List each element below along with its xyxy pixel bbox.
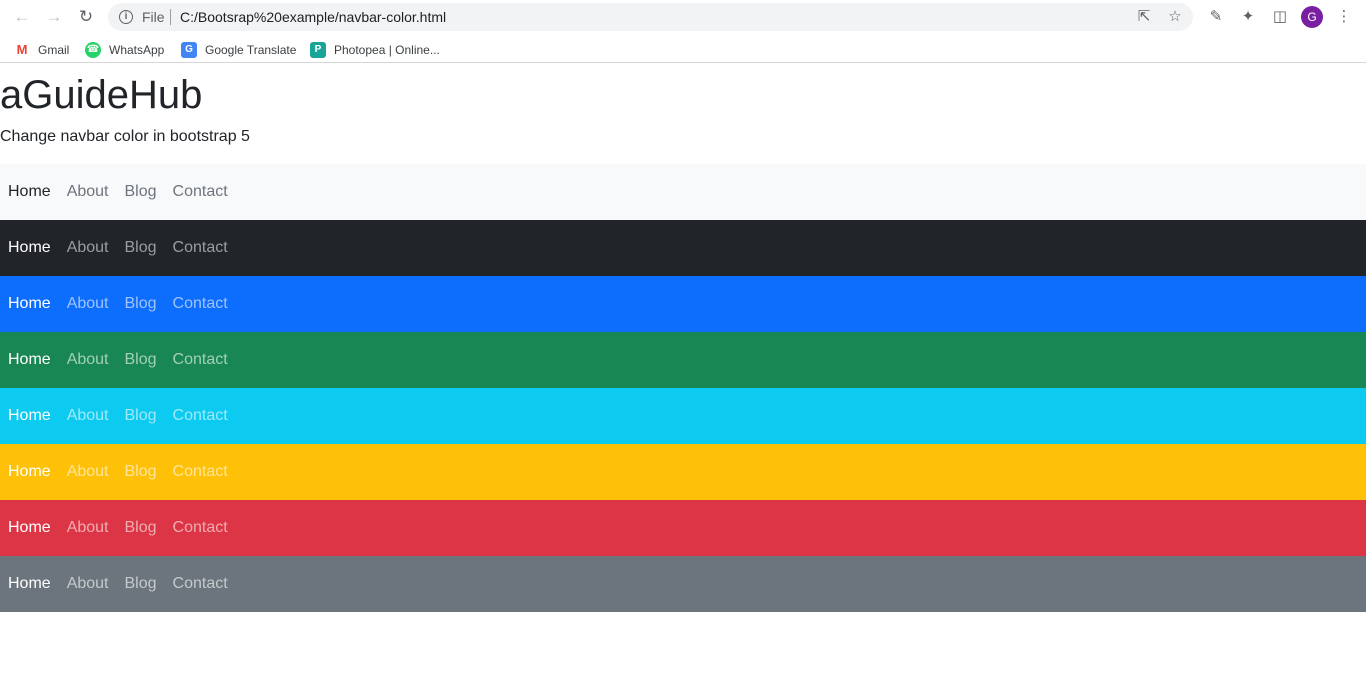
- nav-link-blog[interactable]: Blog: [125, 295, 157, 313]
- nav-link-home[interactable]: Home: [8, 295, 51, 313]
- nav-link-blog[interactable]: Blog: [125, 407, 157, 425]
- bookmark-whatsapp[interactable]: ☎ WhatsApp: [85, 41, 164, 59]
- nav-link-contact[interactable]: Contact: [173, 519, 228, 537]
- nav-link-blog[interactable]: Blog: [125, 239, 157, 257]
- nav-link-about[interactable]: About: [67, 239, 109, 257]
- nav-link-home[interactable]: Home: [8, 239, 51, 257]
- nav-link-contact[interactable]: Contact: [173, 351, 228, 369]
- nav-link-blog[interactable]: Blog: [125, 351, 157, 369]
- nav-link-blog[interactable]: Blog: [125, 183, 157, 201]
- browser-toolbar: ← → ↻ i File C:/Bootsrap%20example/navba…: [0, 0, 1366, 35]
- navbar-dark: Home About Blog Contact: [0, 220, 1366, 276]
- bookmark-label: Google Translate: [205, 43, 297, 57]
- navbar-info: Home About Blog Contact: [0, 388, 1366, 444]
- navbar-warning: Home About Blog Contact: [0, 444, 1366, 500]
- menu-kebab-icon[interactable]: ⋮: [1334, 7, 1354, 27]
- reload-icon[interactable]: ↻: [76, 7, 96, 27]
- nav-link-about[interactable]: About: [67, 351, 109, 369]
- nav-link-about[interactable]: About: [67, 463, 109, 481]
- nav-link-about[interactable]: About: [67, 407, 109, 425]
- bookmark-label: Photopea | Online...: [334, 43, 440, 57]
- nav-link-contact[interactable]: Contact: [173, 295, 228, 313]
- nav-link-home[interactable]: Home: [8, 575, 51, 593]
- scheme-label: File: [142, 9, 165, 25]
- bookmarks-bar: M Gmail ☎ WhatsApp G Google Translate P …: [0, 35, 1366, 63]
- nav-link-contact[interactable]: Contact: [173, 239, 228, 257]
- navbar-danger: Home About Blog Contact: [0, 500, 1366, 556]
- google-translate-icon: G: [181, 42, 197, 58]
- nav-link-blog[interactable]: Blog: [125, 519, 157, 537]
- back-arrow-icon[interactable]: ←: [12, 7, 32, 27]
- nav-link-home[interactable]: Home: [8, 407, 51, 425]
- nav-link-home[interactable]: Home: [8, 519, 51, 537]
- bookmark-photopea[interactable]: P Photopea | Online...: [310, 41, 440, 59]
- navbar-secondary: Home About Blog Contact: [0, 556, 1366, 612]
- nav-link-about[interactable]: About: [67, 519, 109, 537]
- nav-link-about[interactable]: About: [67, 575, 109, 593]
- nav-link-contact[interactable]: Contact: [173, 183, 228, 201]
- bookmark-gmail[interactable]: M Gmail: [14, 41, 69, 59]
- site-info-icon[interactable]: i: [119, 10, 133, 24]
- forward-arrow-icon[interactable]: →: [44, 7, 64, 27]
- nav-link-home[interactable]: Home: [8, 183, 51, 201]
- nav-link-contact[interactable]: Contact: [173, 575, 228, 593]
- whatsapp-icon: ☎: [85, 42, 101, 58]
- bookmark-label: WhatsApp: [109, 43, 165, 57]
- bookmark-label: Gmail: [38, 43, 70, 57]
- nav-link-contact[interactable]: Contact: [173, 407, 228, 425]
- profile-avatar[interactable]: G: [1301, 6, 1323, 28]
- address-bar[interactable]: i File C:/Bootsrap%20example/navbar-colo…: [108, 3, 1193, 31]
- page-title: aGuideHub: [0, 73, 203, 117]
- page-subtitle: Change navbar color in bootstrap 5: [0, 128, 250, 145]
- nav-link-about[interactable]: About: [67, 295, 109, 313]
- gmail-icon: M: [14, 42, 30, 58]
- nav-link-home[interactable]: Home: [8, 463, 51, 481]
- page-content: aGuideHub Change navbar color in bootstr…: [0, 68, 1366, 691]
- nav-link-about[interactable]: About: [67, 183, 109, 201]
- omnibox-divider: [170, 9, 171, 25]
- share-icon[interactable]: ⇱: [1135, 8, 1153, 26]
- navbar-light: Home About Blog Contact: [0, 164, 1366, 220]
- nav-link-contact[interactable]: Contact: [173, 463, 228, 481]
- side-panel-icon[interactable]: ◫: [1270, 7, 1290, 27]
- url-text[interactable]: C:/Bootsrap%20example/navbar-color.html: [180, 9, 446, 25]
- extensions-puzzle-icon[interactable]: ✦: [1238, 7, 1258, 27]
- bookmark-google-translate[interactable]: G Google Translate: [181, 41, 296, 59]
- photopea-icon: P: [310, 42, 326, 58]
- nav-link-blog[interactable]: Blog: [125, 575, 157, 593]
- nav-link-blog[interactable]: Blog: [125, 463, 157, 481]
- eyedropper-extension-icon[interactable]: ✎: [1206, 7, 1226, 27]
- nav-link-home[interactable]: Home: [8, 351, 51, 369]
- navbar-primary: Home About Blog Contact: [0, 276, 1366, 332]
- navbar-success: Home About Blog Contact: [0, 332, 1366, 388]
- bookmark-star-icon[interactable]: ☆: [1166, 8, 1184, 26]
